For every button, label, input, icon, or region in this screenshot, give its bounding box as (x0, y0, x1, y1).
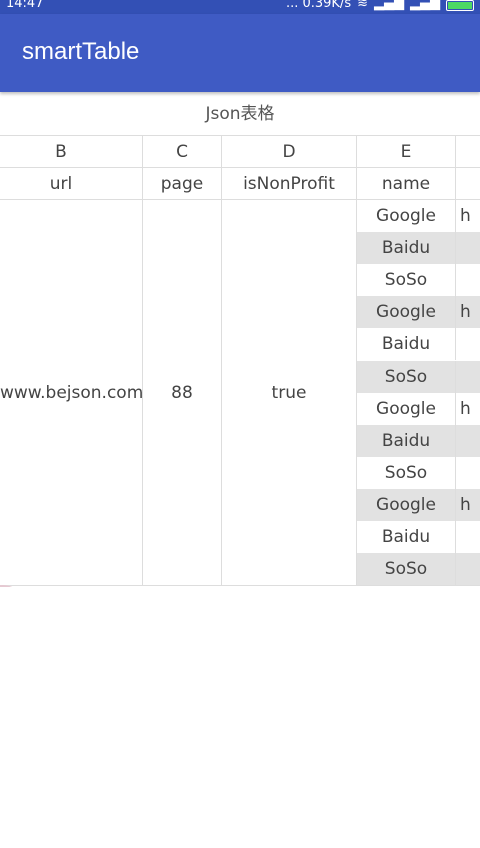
partial-cell[interactable] (456, 424, 480, 457)
partial-cell[interactable]: h (456, 200, 480, 232)
battery-icon (446, 0, 474, 11)
name-cell[interactable]: SoSo (357, 360, 456, 393)
column-header[interactable]: isNonProfit (222, 168, 357, 199)
name-cell[interactable]: SoSo (357, 456, 456, 489)
column-letter[interactable]: C (143, 136, 222, 167)
column-header-row: url page isNonProfit name (0, 168, 480, 200)
name-cell[interactable]: Google (357, 488, 456, 521)
url-value: www.bejson.com (0, 383, 143, 403)
name-cell[interactable]: Google (357, 200, 456, 232)
column-letter-row: B C D E (0, 136, 480, 168)
column-header[interactable]: page (143, 168, 222, 199)
column-letter[interactable]: E (357, 136, 456, 167)
name-cell[interactable]: SoSo (357, 553, 456, 586)
partial-cell[interactable] (456, 553, 480, 586)
app-title: smartTable (22, 38, 140, 65)
wifi-icon: ≋ (357, 0, 368, 11)
partial-cell[interactable] (456, 232, 480, 265)
page-cell[interactable]: 88 (143, 200, 222, 586)
column-header-partial (456, 168, 480, 199)
table-body: www.bejson.com 88 true Google h Baidu SoSo G… (0, 200, 480, 586)
status-time: 14:47 (6, 0, 44, 11)
url-cell[interactable]: www.bejson.com (0, 200, 143, 586)
name-cell[interactable]: Baidu (357, 424, 456, 457)
is-non-profit-cell[interactable]: true (222, 200, 357, 586)
partial-cell[interactable]: h (456, 488, 480, 521)
partial-cell[interactable] (456, 264, 480, 296)
column-header[interactable]: url (0, 168, 143, 199)
column-letter[interactable]: B (0, 136, 143, 167)
name-cell[interactable]: Google (357, 296, 456, 329)
name-cell[interactable]: Google (357, 392, 456, 425)
app-bar: smartTable (0, 14, 480, 92)
name-cell[interactable]: Baidu (357, 232, 456, 265)
partial-cell[interactable] (456, 328, 480, 360)
network-speed: ... 0.39K/s (285, 0, 352, 11)
partial-cell[interactable] (456, 521, 480, 553)
column-letter[interactable]: D (222, 136, 357, 167)
partial-cell[interactable] (456, 360, 480, 393)
column-letter-partial (456, 136, 480, 167)
name-cell[interactable]: SoSo (357, 264, 456, 297)
partial-cell[interactable]: h (456, 393, 480, 425)
partial-cell[interactable]: h (456, 296, 480, 329)
signal-icon: ▂▄▆ (374, 0, 404, 11)
partial-cell[interactable] (456, 457, 480, 489)
signal-icon: ▂▄▆ (410, 0, 440, 11)
status-icons: ... 0.39K/s ≋ ▂▄▆ ▂▄▆ (286, 0, 474, 11)
table-title: Json表格 (0, 92, 480, 136)
page-value: 88 (171, 383, 193, 403)
column-header[interactable]: name (357, 168, 456, 199)
smart-table[interactable]: B C D E url page isNonProfit name www.be… (0, 136, 480, 587)
name-cell[interactable]: Baidu (357, 328, 456, 361)
status-bar: 14:47 ... 0.39K/s ≋ ▂▄▆ ▂▄▆ (0, 0, 480, 14)
name-cell[interactable]: Baidu (357, 521, 456, 553)
is-non-profit-value: true (271, 383, 307, 403)
